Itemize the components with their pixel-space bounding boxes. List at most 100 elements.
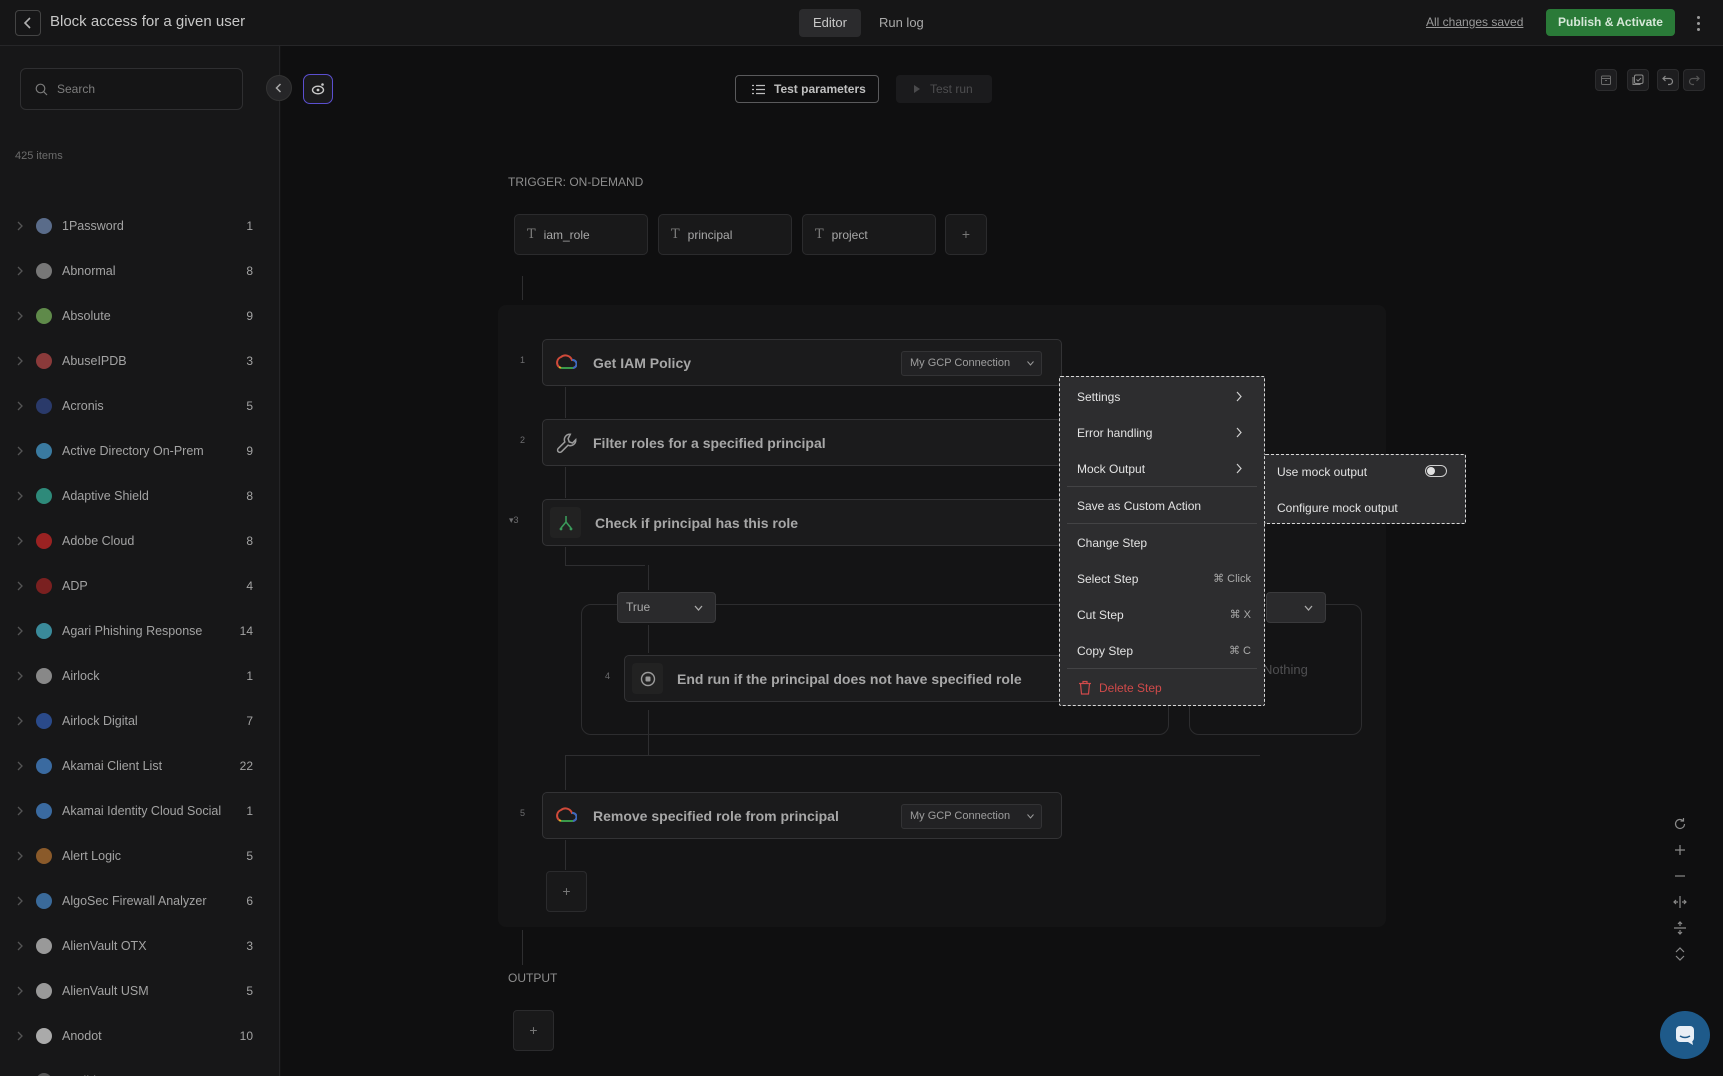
fit-height-icon	[1674, 921, 1686, 935]
trigger-label: TRIGGER: ON-DEMAND	[508, 175, 644, 189]
step-card-filter-roles[interactable]: Filter roles for a specified principal	[542, 419, 1062, 466]
param-card-principal[interactable]: T principal	[658, 214, 792, 255]
reset-view-button[interactable]	[1668, 811, 1692, 837]
menu-item-configure-mock-output[interactable]: Configure mock output	[1265, 491, 1465, 525]
connector-line	[565, 840, 566, 870]
chevron-right-icon	[17, 356, 23, 366]
test-parameters-label: Test parameters	[774, 82, 866, 96]
fit-horizontal-button[interactable]	[1668, 889, 1692, 915]
akamai-icon	[36, 758, 52, 774]
integration-list-item[interactable]: 1Password 1	[0, 204, 279, 249]
back-button[interactable]	[15, 10, 41, 36]
expand-collapse-button[interactable]	[1668, 941, 1692, 967]
agari-icon	[36, 623, 52, 639]
integration-list-item[interactable]: Abnormal 8	[0, 249, 279, 294]
archive-button[interactable]	[1595, 69, 1617, 91]
connector-line	[522, 930, 523, 965]
integration-list-item[interactable]: Acronis 5	[0, 384, 279, 429]
menu-item-label: Copy Step	[1077, 644, 1134, 658]
menu-item-copy-step[interactable]: Copy Step ⌘ C	[1060, 634, 1264, 668]
chevron-right-icon	[17, 266, 23, 276]
undo-button[interactable]	[1657, 69, 1679, 91]
step-number: 5	[520, 808, 526, 818]
step-card-check-principal[interactable]: Check if principal has this role	[542, 499, 1062, 546]
step-card-remove-role[interactable]: Remove specified role from principal My …	[542, 792, 1062, 839]
integration-action-count: 7	[246, 714, 253, 728]
param-card-iam-role[interactable]: T iam_role	[514, 214, 648, 255]
adobe-cloud-icon	[36, 533, 52, 549]
connection-select[interactable]: My GCP Connection	[901, 351, 1042, 376]
search-box[interactable]	[20, 68, 243, 110]
saved-status-link[interactable]: All changes saved	[1426, 15, 1523, 29]
zoom-in-button[interactable]	[1668, 837, 1692, 863]
add-output-button[interactable]: +	[513, 1010, 554, 1051]
publish-activate-button[interactable]: Publish & Activate	[1546, 9, 1675, 36]
fit-width-icon	[1673, 896, 1687, 908]
integration-name: AlienVault USM	[62, 984, 149, 998]
redo-button[interactable]	[1683, 69, 1705, 91]
tab-editor[interactable]: Editor	[799, 9, 861, 37]
menu-item-settings[interactable]: Settings	[1060, 380, 1264, 414]
menu-item-mock-output[interactable]: Mock Output	[1060, 452, 1264, 486]
branch-else-select[interactable]	[1266, 592, 1326, 623]
integration-list-item[interactable]: Active Directory On-Prem 9	[0, 429, 279, 474]
assistant-logo-button[interactable]	[303, 74, 333, 104]
integration-list-item[interactable]: Absolute 9	[0, 294, 279, 339]
use-mock-output-toggle[interactable]	[1425, 465, 1447, 477]
step-card-get-iam-policy[interactable]: Get IAM Policy My GCP Connection	[542, 339, 1062, 386]
search-input[interactable]	[57, 79, 232, 99]
step-number-collapse[interactable]: ▾3	[509, 515, 519, 526]
tab-run-log[interactable]: Run log	[865, 9, 938, 37]
integration-list-item[interactable]: Ansible1	[0, 1059, 279, 1076]
branch-icon-box	[550, 507, 581, 538]
integration-list-item[interactable]: Alert Logic 5	[0, 834, 279, 879]
menu-item-shortcut: ⌘ X	[1229, 609, 1251, 621]
step-card-end-run[interactable]: End run if the principal does not have s…	[624, 655, 1069, 702]
more-options-button[interactable]	[1690, 11, 1706, 35]
menu-item-select-step[interactable]: Select Step ⌘ Click	[1060, 562, 1264, 596]
integration-list-item[interactable]: Adaptive Shield 8	[0, 474, 279, 519]
integration-list-item[interactable]: Agari Phishing Response 14	[0, 609, 279, 654]
menu-item-delete-step[interactable]: Delete Step	[1060, 671, 1264, 705]
integration-list-item[interactable]: AlgoSec Firewall Analyzer 6	[0, 879, 279, 924]
integration-list-item[interactable]: ADP 4	[0, 564, 279, 609]
menu-item-change-step[interactable]: Change Step	[1060, 526, 1264, 560]
integration-list-item[interactable]: Airlock 1	[0, 654, 279, 699]
menu-item-error-handling[interactable]: Error handling	[1060, 416, 1264, 450]
menu-item-save-custom-action[interactable]: Save as Custom Action	[1060, 489, 1264, 523]
add-param-button[interactable]: +	[945, 214, 987, 255]
branch-true-select[interactable]: True	[617, 592, 716, 623]
alienvault-otx-icon	[36, 938, 52, 954]
integration-action-count: 3	[246, 354, 253, 368]
chat-support-button[interactable]	[1660, 1011, 1710, 1059]
save-version-button[interactable]	[1627, 69, 1649, 91]
chevron-right-icon	[17, 401, 23, 411]
integration-list-item[interactable]: AbuseIPDB 3	[0, 339, 279, 384]
integration-list-item[interactable]: Adobe Cloud 8	[0, 519, 279, 564]
integration-list-item[interactable]: Akamai Identity Cloud Social 1	[0, 789, 279, 834]
integration-list-item[interactable]: AlienVault OTX 3	[0, 924, 279, 969]
integration-list-item[interactable]: Airlock Digital 7	[0, 699, 279, 744]
test-parameters-button[interactable]: Test parameters	[735, 75, 879, 103]
param-label: project	[831, 227, 868, 242]
integration-name: Acronis	[62, 399, 104, 413]
test-run-button[interactable]: Test run	[896, 75, 992, 103]
integration-action-count: 4	[246, 579, 253, 593]
abuseipdb-icon	[36, 353, 52, 369]
collapse-sidebar-button[interactable]	[266, 75, 292, 101]
chevron-down-icon	[1304, 605, 1313, 611]
chat-icon	[1676, 1026, 1694, 1045]
integration-list-item[interactable]: Akamai Client List 22	[0, 744, 279, 789]
add-step-button[interactable]: +	[546, 871, 587, 912]
zoom-out-button[interactable]	[1668, 863, 1692, 889]
param-card-project[interactable]: T project	[802, 214, 936, 255]
menu-item-use-mock-output[interactable]: Use mock output	[1265, 455, 1465, 489]
connection-select[interactable]: My GCP Connection	[901, 804, 1042, 829]
menu-item-cut-step[interactable]: Cut Step ⌘ X	[1060, 598, 1264, 632]
integration-list-item[interactable]: Anodot 10	[0, 1014, 279, 1059]
fit-vertical-button[interactable]	[1668, 915, 1692, 941]
param-label: iam_role	[543, 227, 590, 242]
active-directory-icon	[36, 443, 52, 459]
chevron-right-icon	[17, 806, 23, 816]
integration-list-item[interactable]: AlienVault USM 5	[0, 969, 279, 1014]
